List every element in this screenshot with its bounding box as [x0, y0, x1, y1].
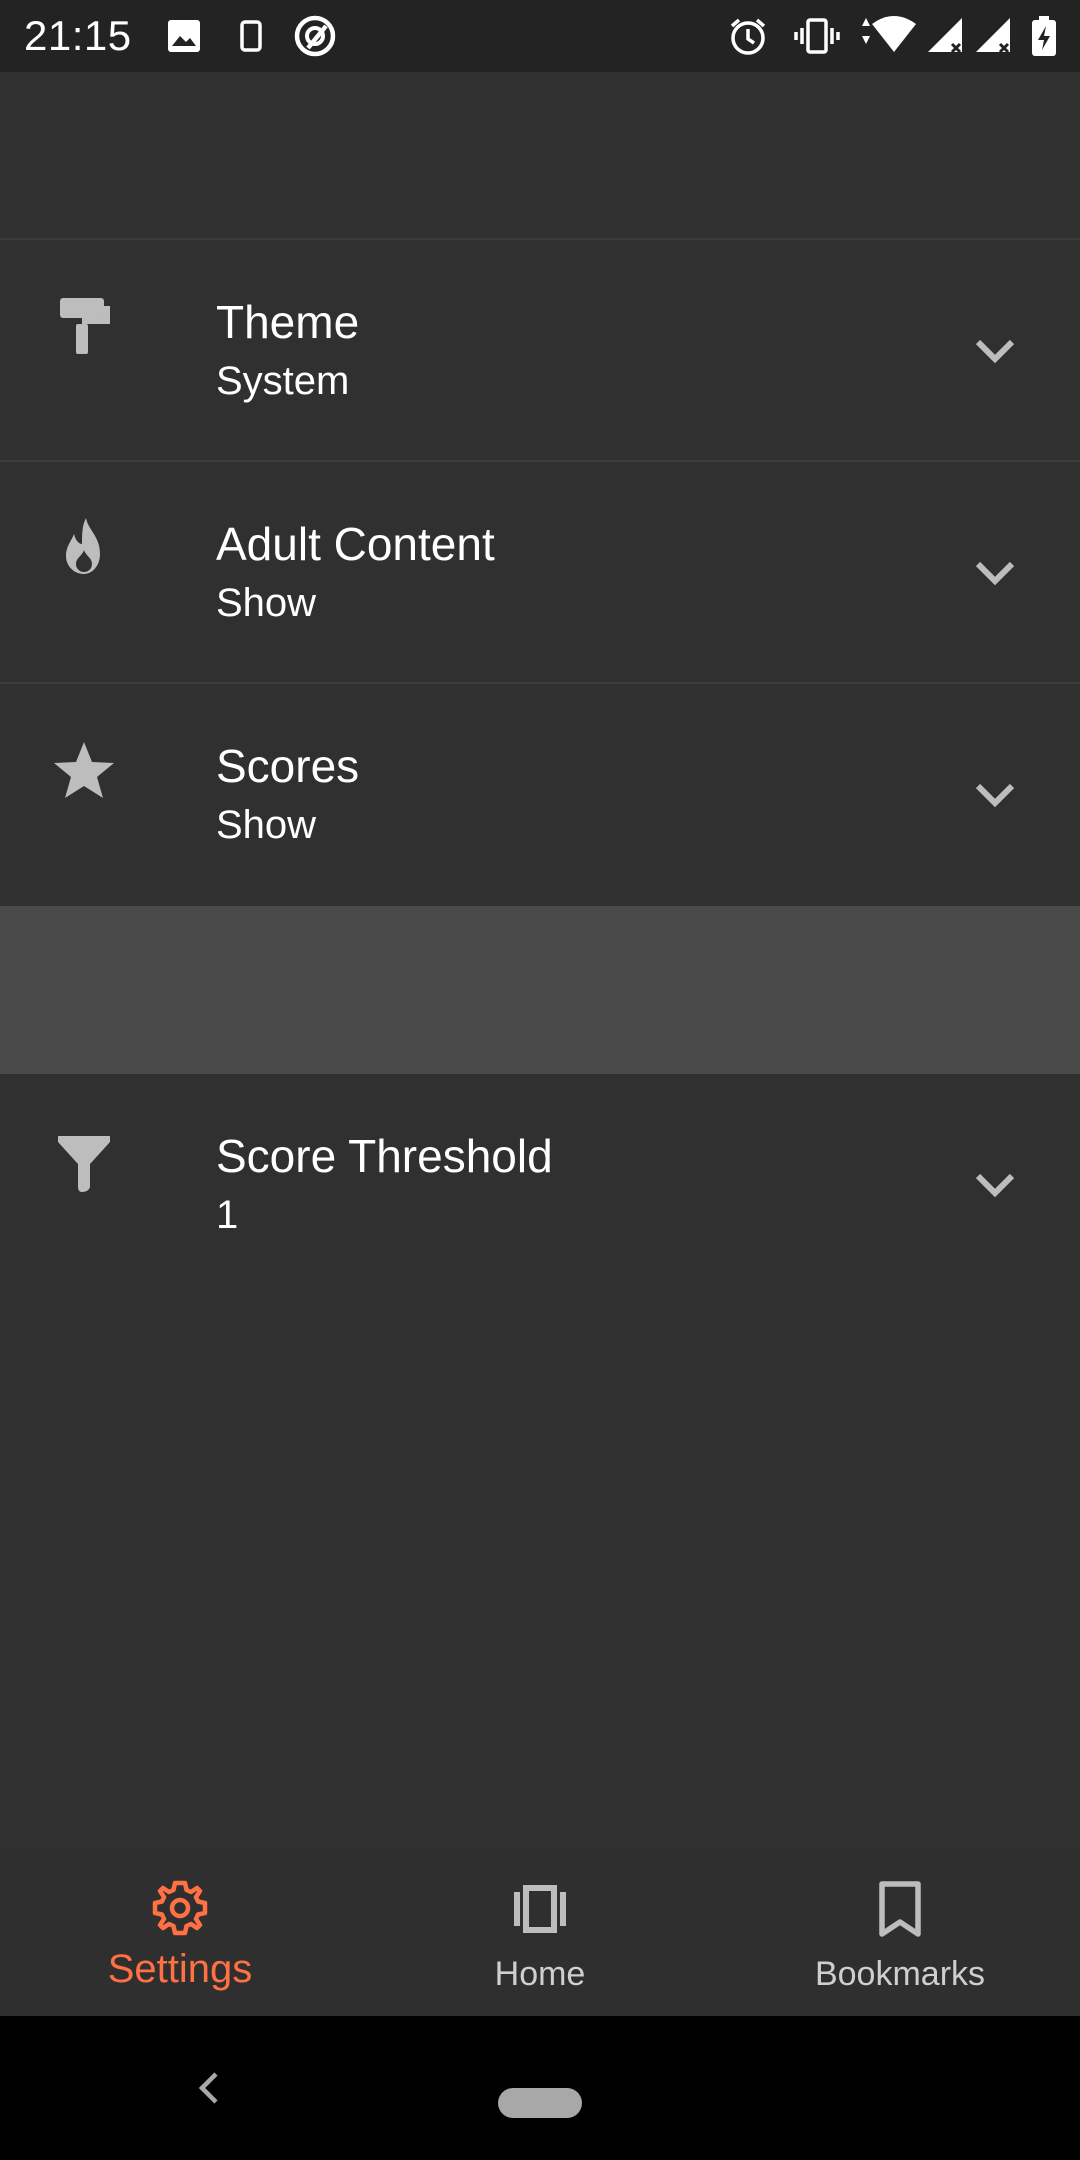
bookmark-icon	[870, 1878, 930, 1938]
system-navigation-bar	[0, 2016, 1080, 2160]
no-disturb-icon	[292, 14, 338, 58]
app-screen: 21:15 Theme System Adult Content Show Sc…	[0, 0, 1080, 2160]
gear-icon	[150, 1878, 210, 1938]
nav-label-bookmarks: Bookmarks	[814, 1955, 986, 1993]
setting-value: Show	[216, 803, 317, 847]
filter-icon	[52, 1132, 116, 1196]
paint-roller-icon	[52, 294, 116, 358]
phone-icon	[238, 14, 264, 58]
setting-row-scores[interactable]: Scores Show	[0, 684, 1080, 906]
setting-title: Scores	[216, 740, 360, 792]
status-time: 21:15	[24, 12, 132, 59]
setting-row-score-threshold[interactable]: Score Threshold 1	[0, 1074, 1080, 1296]
flame-icon	[52, 516, 116, 580]
image-icon	[166, 14, 202, 58]
nav-item-settings[interactable]: Settings	[0, 1848, 360, 2016]
chevron-down-icon[interactable]	[970, 326, 1020, 376]
nav-label-home: Home	[494, 1955, 586, 1993]
setting-value: 1	[216, 1193, 239, 1237]
setting-row-theme[interactable]: Theme System	[0, 240, 1080, 462]
star-icon	[52, 738, 116, 802]
status-bar: 21:15	[0, 0, 1080, 72]
setting-title: Theme	[216, 296, 360, 348]
chevron-down-icon[interactable]	[970, 1160, 1020, 1210]
nav-label-settings: Settings	[107, 1947, 253, 1991]
home-pill[interactable]	[498, 2088, 582, 2118]
setting-value: Show	[216, 581, 317, 625]
nav-item-home[interactable]: Home	[360, 1848, 720, 2016]
chevron-down-icon[interactable]	[970, 548, 1020, 598]
toolbar-area	[0, 72, 1080, 240]
back-icon[interactable]	[190, 2066, 230, 2110]
setting-row-adult-content[interactable]: Adult Content Show	[0, 462, 1080, 684]
bottom-navigation: Settings Home Bookmarks	[0, 1848, 1080, 2016]
battery-charging-icon	[1030, 14, 1058, 58]
chevron-down-icon[interactable]	[970, 770, 1020, 820]
setting-title: Score Threshold	[216, 1130, 553, 1182]
alarm-icon	[726, 14, 770, 58]
setting-value: System	[216, 359, 350, 403]
setting-title: Adult Content	[216, 518, 495, 570]
section-divider	[0, 906, 1080, 1074]
nav-item-bookmarks[interactable]: Bookmarks	[720, 1848, 1080, 2016]
wifi-icon	[858, 14, 920, 58]
carousel-icon	[510, 1878, 570, 1938]
vibrate-icon	[794, 14, 840, 58]
cell-signal-icon	[924, 14, 968, 58]
cell-signal-icon	[972, 14, 1016, 58]
